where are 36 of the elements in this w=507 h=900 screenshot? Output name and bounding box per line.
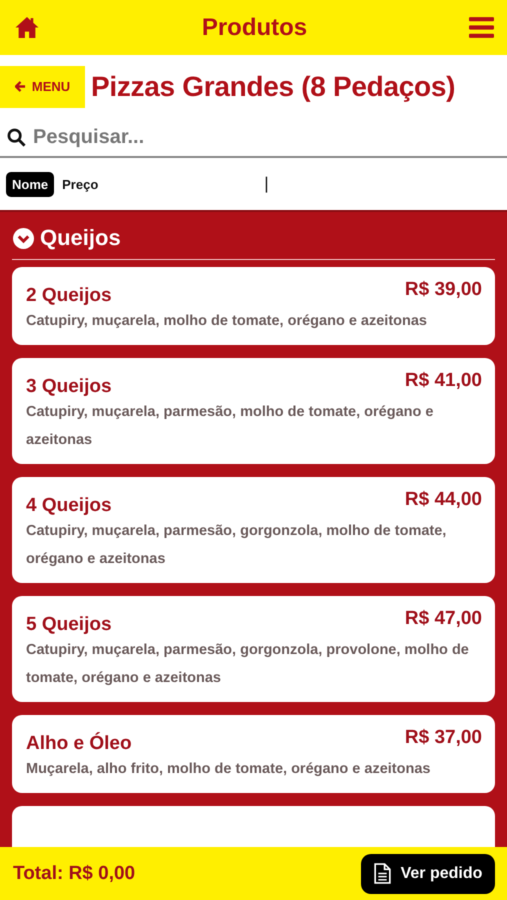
product-name: 2 Queijos [26,285,112,307]
product-name: 3 Queijos [26,376,112,398]
arrow-left-icon [14,81,26,92]
product-description: Catupiry, muçarela, parmesão, gorgonzola, molho de tomate, orégano e azeitonas [26,522,448,569]
product-description: Catupiry, muçarela, parmesão, molho de tomate, orégano e azeitonas [26,403,434,450]
product-card[interactable]: 3 Queijos R$ 41,00 Catupiry, muçarela, parmesão, molho de tomate, orégano e azeitonas [12,358,495,464]
search-icon [7,128,26,146]
product-price: R$ 39,00 [404,279,482,301]
product-description: Muçarela, alho frito, molho de tomate, orégano e azeitonas [26,760,432,779]
section-title: Queijos [40,225,121,251]
page-title: Produtos [202,14,308,42]
product-name: Alho e Óleo [26,733,132,755]
product-card[interactable]: Alho e Óleo R$ 37,00 Muçarela, alho frito, molho de tomate, orégano e azeitonas [12,715,495,793]
search-field[interactable]: Pesquisar... [31,124,500,150]
product-card[interactable]: 2 Queijos R$ 39,00 Catupiry, muçarela, molho de tomate, orégano e azeitonas [12,267,495,345]
product-price: R$ 41,00 [404,370,482,392]
product-card[interactable]: 5 Queijos R$ 47,00 Catupiry, muçarela, parmesão, gorgonzola, provolone, molho de tomate, orégano e azeitonas [12,596,495,702]
product-price: R$ 47,00 [404,608,482,630]
menu-icon[interactable] [468,17,494,38]
view-order-button[interactable]: Ver pedido [361,854,495,894]
product-name: 5 Queijos [26,614,112,636]
product-card[interactable]: 4 Queijos R$ 44,00 Catupiry, muçarela, parmesão, gorgonzola, molho de tomate, orégano e azeitonas [12,477,495,583]
product-price: R$ 44,00 [404,489,482,511]
category-title: Pizzas Grandes (8 Pedaços) [91,70,456,102]
document-icon [374,863,391,884]
product-description: Catupiry, muçarela, parmesão, gorgonzola, provolone, molho de tomate, orégano e azeitonas [26,641,470,688]
product-price: R$ 37,00 [404,727,482,749]
product-name: 4 Queijos [26,495,112,517]
order-total: Total: R$ 0,00 [13,862,136,884]
home-icon[interactable] [14,16,40,39]
text-cursor: | [264,174,269,194]
section-header[interactable]: Queijos [12,212,495,260]
back-menu-button[interactable]: MENU [0,66,85,108]
sort-option[interactable]: Nome [6,172,54,196]
sort-option[interactable]: Preço [56,172,104,196]
product-description: Catupiry, muçarela, molho de tomate, orégano e azeitonas [26,312,428,331]
